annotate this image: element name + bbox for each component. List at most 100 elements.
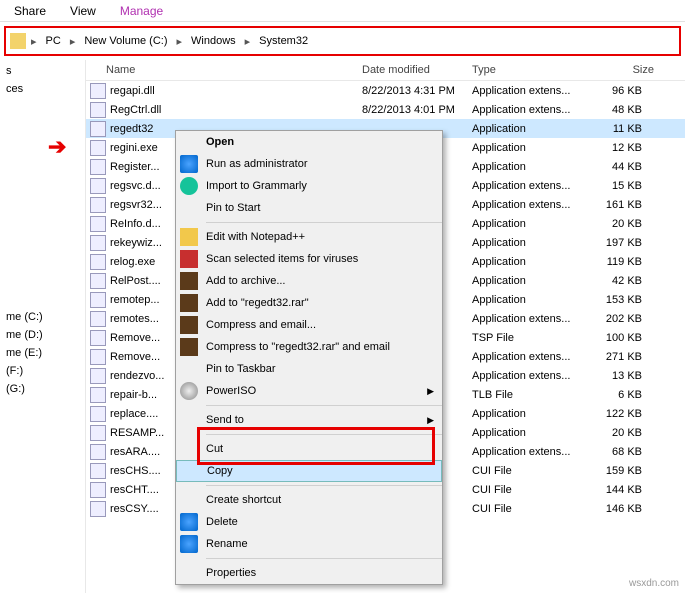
file-size: 161 KB <box>592 199 652 211</box>
chevron-right-icon[interactable]: ▸ <box>28 35 40 48</box>
disc-icon <box>180 382 198 400</box>
nav-item[interactable]: s <box>2 62 83 80</box>
ctx-delete[interactable]: Delete <box>176 511 442 533</box>
nav-drive[interactable]: (G:) <box>2 380 83 398</box>
ctx-compress-email[interactable]: Compress and email... <box>176 314 442 336</box>
chevron-right-icon[interactable]: ▸ <box>242 35 254 48</box>
file-icon <box>90 254 106 270</box>
file-size: 119 KB <box>592 256 652 268</box>
file-icon <box>90 197 106 213</box>
file-name: regapi.dll <box>110 85 362 97</box>
file-type: Application <box>472 218 592 230</box>
file-name: RegCtrl.dll <box>110 104 362 116</box>
breadcrumb-pc[interactable]: PC <box>42 33 65 49</box>
ctx-grammarly[interactable]: Import to Grammarly <box>176 175 442 197</box>
nav-drive[interactable]: me (C:) <box>2 308 83 326</box>
file-size: 271 KB <box>592 351 652 363</box>
file-date: 8/22/2013 4:31 PM <box>362 85 472 97</box>
file-type: Application <box>472 237 592 249</box>
file-icon <box>90 349 106 365</box>
file-icon <box>90 121 106 137</box>
tab-share[interactable]: Share <box>14 4 46 18</box>
file-size: 96 KB <box>592 85 652 97</box>
file-size: 144 KB <box>592 484 652 496</box>
antivirus-icon <box>180 250 198 268</box>
ribbon-tabs: Share View Manage <box>0 0 685 22</box>
file-date: 8/22/2013 4:01 PM <box>362 104 472 116</box>
file-size: 122 KB <box>592 408 652 420</box>
shield-icon <box>180 535 198 553</box>
tab-manage[interactable]: Manage <box>120 4 163 18</box>
file-icon <box>90 140 106 156</box>
file-size: 11 KB <box>592 123 652 135</box>
col-type[interactable]: Type <box>472 64 594 76</box>
nav-drive[interactable]: (F:) <box>2 362 83 380</box>
table-row[interactable]: RegCtrl.dll8/22/2013 4:01 PMApplication … <box>86 100 685 119</box>
file-icon <box>90 83 106 99</box>
chevron-right-icon[interactable]: ▸ <box>173 35 185 48</box>
column-headers: Name Date modified Type Size <box>86 60 685 81</box>
ctx-add-archive[interactable]: Add to archive... <box>176 270 442 292</box>
file-size: 159 KB <box>592 465 652 477</box>
file-icon <box>90 406 106 422</box>
ctx-poweriso[interactable]: PowerISO▶ <box>176 380 442 402</box>
context-menu: Open Run as administrator Import to Gram… <box>175 130 443 585</box>
source-watermark: wsxdn.com <box>629 578 679 589</box>
file-type: Application <box>472 161 592 173</box>
file-icon <box>90 444 106 460</box>
ctx-compress-rar-email[interactable]: Compress to "regedt32.rar" and email <box>176 336 442 358</box>
ctx-properties[interactable]: Properties <box>176 562 442 584</box>
file-type: Application extens... <box>472 313 592 325</box>
ctx-send-to[interactable]: Send to▶ <box>176 409 442 431</box>
nav-pane[interactable]: s ces me (C:) me (D:) me (E:) (F:) (G:) <box>0 60 86 593</box>
file-size: 12 KB <box>592 142 652 154</box>
file-size: 146 KB <box>592 503 652 515</box>
file-size: 15 KB <box>592 180 652 192</box>
ctx-cut[interactable]: Cut <box>176 438 442 460</box>
file-type: CUI File <box>472 465 592 477</box>
col-size[interactable]: Size <box>594 64 654 76</box>
ctx-create-shortcut[interactable]: Create shortcut <box>176 489 442 511</box>
chevron-right-icon: ▶ <box>427 415 442 426</box>
file-type: Application extens... <box>472 370 592 382</box>
breadcrumb[interactable]: ▸ PC ▸ New Volume (C:) ▸ Windows ▸ Syste… <box>4 26 681 56</box>
file-type: Application <box>472 294 592 306</box>
ctx-pin-taskbar[interactable]: Pin to Taskbar <box>176 358 442 380</box>
file-type: Application <box>472 123 592 135</box>
file-type: CUI File <box>472 503 592 515</box>
tab-view[interactable]: View <box>70 4 96 18</box>
breadcrumb-system32[interactable]: System32 <box>255 33 312 49</box>
col-name[interactable]: Name <box>106 64 362 76</box>
ctx-pin-start[interactable]: Pin to Start <box>176 197 442 219</box>
file-type: Application <box>472 427 592 439</box>
rar-icon <box>180 338 198 356</box>
file-size: 20 KB <box>592 427 652 439</box>
breadcrumb-volume[interactable]: New Volume (C:) <box>80 33 171 49</box>
nav-drive[interactable]: me (D:) <box>2 326 83 344</box>
col-date[interactable]: Date modified <box>362 64 472 76</box>
ctx-open[interactable]: Open <box>176 131 442 153</box>
file-icon <box>90 292 106 308</box>
file-icon <box>90 159 106 175</box>
ctx-rename[interactable]: Rename <box>176 533 442 555</box>
file-icon <box>90 311 106 327</box>
ctx-run-as-admin[interactable]: Run as administrator <box>176 153 442 175</box>
file-icon <box>90 235 106 251</box>
ctx-notepad[interactable]: Edit with Notepad++ <box>176 226 442 248</box>
file-size: 44 KB <box>592 161 652 173</box>
ctx-copy[interactable]: Copy <box>176 460 442 482</box>
file-type: Application extens... <box>472 104 592 116</box>
file-icon <box>90 482 106 498</box>
file-type: Application <box>472 142 592 154</box>
folder-icon <box>10 33 26 49</box>
nav-drive[interactable]: me (E:) <box>2 344 83 362</box>
nav-item[interactable]: ces <box>2 80 83 98</box>
ctx-scan-virus[interactable]: Scan selected items for viruses <box>176 248 442 270</box>
file-icon <box>90 102 106 118</box>
ctx-add-rar[interactable]: Add to "regedt32.rar" <box>176 292 442 314</box>
breadcrumb-windows[interactable]: Windows <box>187 33 240 49</box>
file-size: 202 KB <box>592 313 652 325</box>
file-type: Application extens... <box>472 351 592 363</box>
table-row[interactable]: regapi.dll8/22/2013 4:31 PMApplication e… <box>86 81 685 100</box>
chevron-right-icon[interactable]: ▸ <box>67 35 79 48</box>
